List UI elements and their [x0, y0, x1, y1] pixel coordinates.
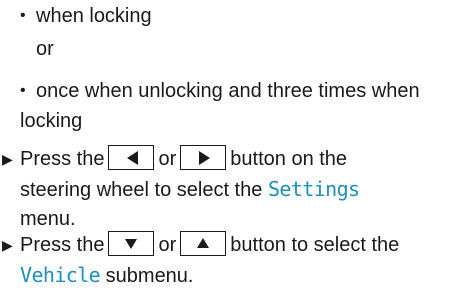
- step-text: Vehicle submenu.: [20, 259, 194, 292]
- step-press-text: Press the: [20, 148, 105, 170]
- bullet-dot-icon: •: [20, 7, 26, 24]
- step-button-text: button to select the: [230, 234, 400, 256]
- up-arrow-key-icon: [180, 231, 227, 257]
- step-text: Press the or button to select the: [20, 229, 399, 261]
- down-arrow-key-icon: [108, 231, 155, 257]
- bullet-dot-icon: •: [20, 82, 26, 99]
- right-arrow-key-icon: [180, 145, 227, 171]
- step-submenu-text: submenu.: [105, 265, 194, 287]
- step-or-text: or: [158, 234, 177, 256]
- step-text: Press the or button on the: [20, 143, 347, 175]
- menu-name-vehicle: Vehicle: [20, 263, 101, 287]
- step-press-text: Press the: [20, 234, 105, 256]
- menu-name-settings: Settings: [267, 177, 360, 201]
- step-button-text: button on the: [230, 148, 348, 170]
- step-arrow-icon: ▶: [2, 237, 13, 253]
- step-select-text: steering wheel to select the: [20, 179, 263, 201]
- left-arrow-key-icon: [108, 145, 155, 171]
- bullet-text-continuation: locking: [20, 110, 83, 132]
- bullet-text: when locking: [36, 5, 152, 27]
- or-text: or: [36, 38, 54, 60]
- step-text: steering wheel to select the Settings: [20, 173, 360, 206]
- bullet-text: once when unlocking and three times when: [36, 80, 420, 102]
- step-arrow-icon: ▶: [2, 151, 13, 167]
- manual-page: • when locking or • once when unlocking …: [0, 0, 462, 291]
- step-or-text: or: [158, 148, 177, 170]
